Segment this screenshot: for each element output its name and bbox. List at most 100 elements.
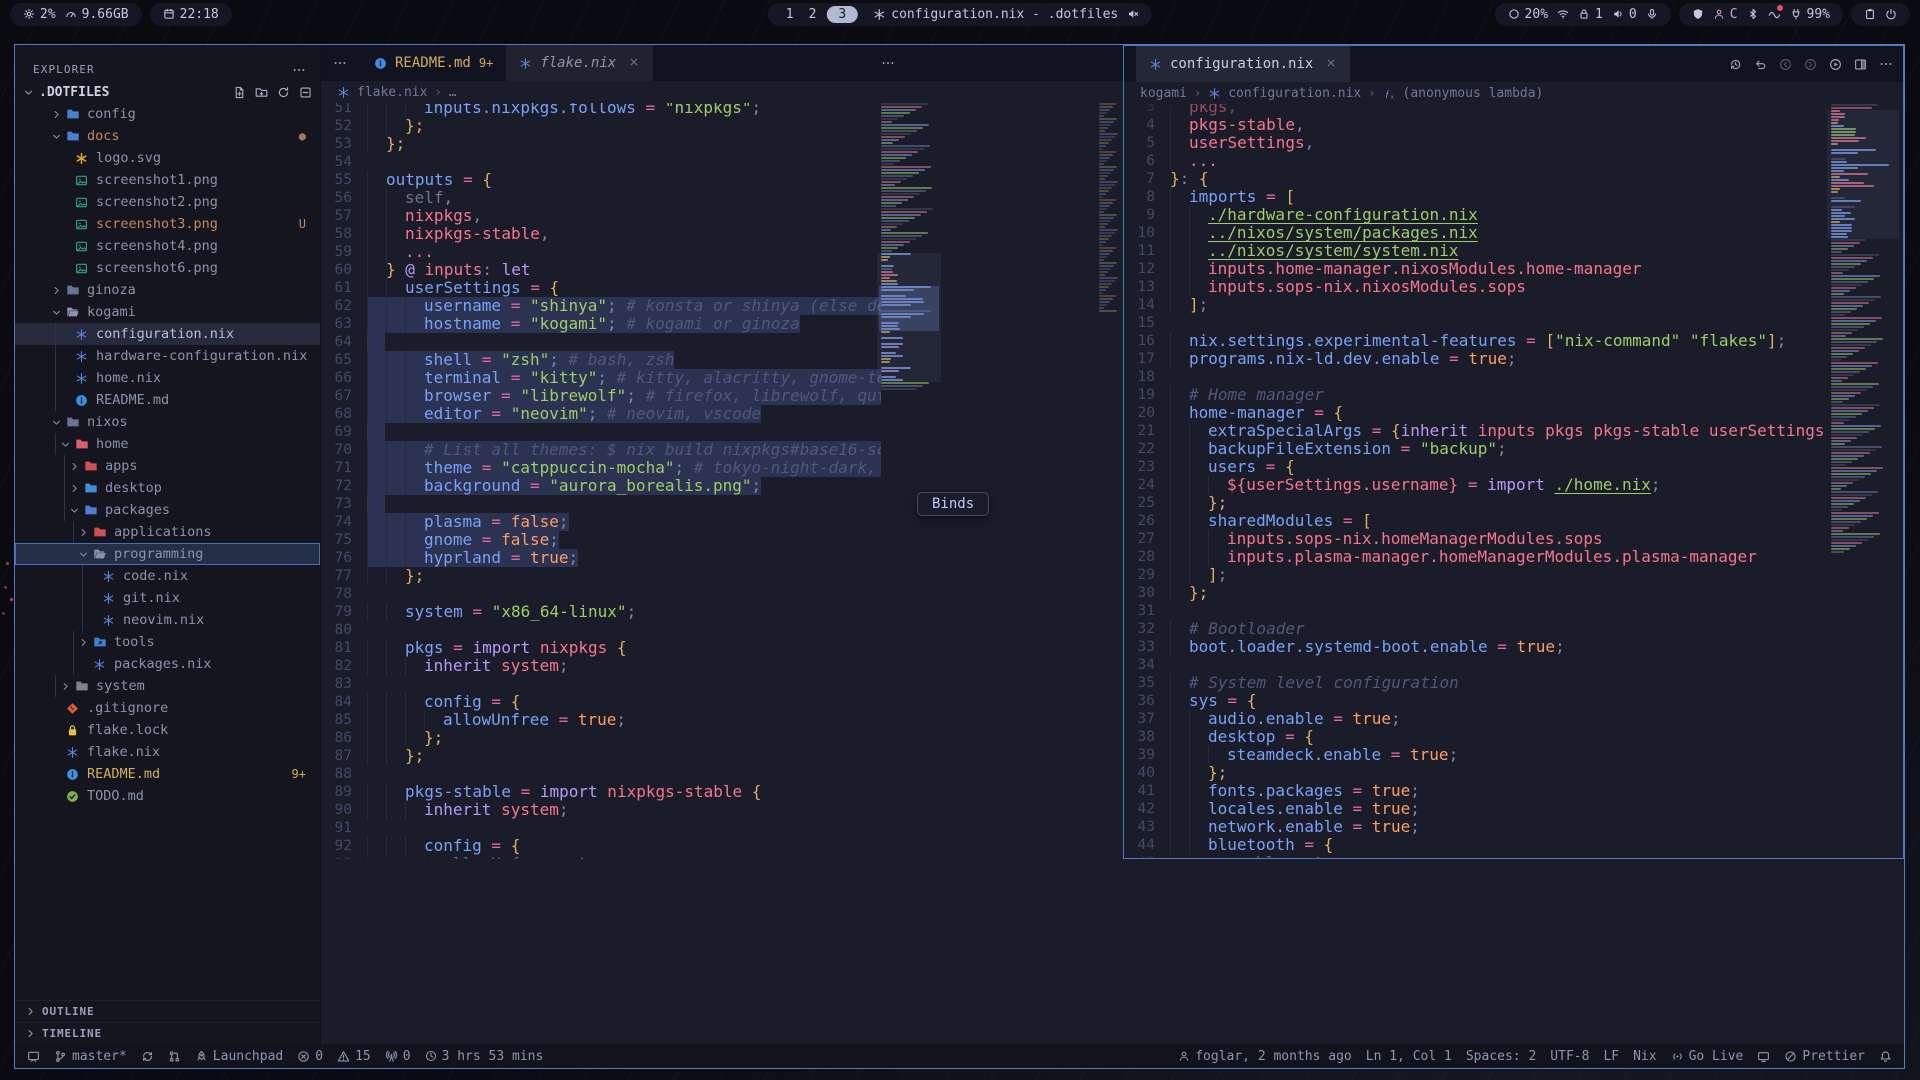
speaker-mute-icon[interactable]	[1127, 8, 1139, 20]
status-item-utf-8[interactable]: UTF-8	[1550, 1049, 1589, 1064]
explorer-item-config[interactable]: config	[15, 103, 320, 125]
tab-overflow-icon[interactable]	[333, 56, 347, 70]
speaker-icon[interactable]	[1612, 8, 1624, 20]
close-tab-icon[interactable]	[628, 54, 640, 72]
more-icon[interactable]	[1879, 57, 1893, 71]
chevron-down-icon[interactable]	[75, 549, 91, 560]
status-item-lf[interactable]: LF	[1603, 1049, 1619, 1064]
explorer-item-home[interactable]: home	[15, 433, 320, 455]
explorer-item-screenshot3-png[interactable]: screenshot3.pngU	[15, 213, 320, 235]
status-item-bell-icon[interactable]	[1879, 1050, 1892, 1063]
status-item-0[interactable]: 0	[297, 1049, 323, 1064]
explorer-item-docs[interactable]: docs●	[15, 125, 320, 147]
explorer-item-system[interactable]: system	[15, 675, 320, 697]
chevron-down-icon[interactable]	[48, 131, 64, 142]
explorer-item-logo-svg[interactable]: logo.svg	[15, 147, 320, 169]
chevron-down-icon[interactable]	[57, 439, 73, 450]
explorer-item-home-nix[interactable]: home.nix	[15, 367, 320, 389]
tab-configuration-nix[interactable]: configuration.nix	[1136, 46, 1350, 82]
minimap-right[interactable]	[1831, 104, 1895, 554]
new-folder-icon[interactable]	[255, 86, 268, 99]
explorer-item-packages[interactable]: packages	[15, 499, 320, 521]
shield-icon[interactable]	[1692, 8, 1704, 20]
minimap-slider[interactable]	[1827, 110, 1899, 239]
explorer-item-configuration-nix[interactable]: configuration.nix	[15, 323, 320, 345]
explorer-root-folder[interactable]: .DOTFILES	[15, 81, 320, 103]
chevron-down-icon[interactable]	[48, 307, 64, 318]
clipboard-icon[interactable]	[1864, 8, 1876, 20]
explorer-item-readme-md[interactable]: README.md	[15, 389, 320, 411]
chevron-right-icon[interactable]	[57, 681, 73, 692]
explorer-item-readme-md[interactable]: README.md9+	[15, 763, 320, 785]
status-item-sync-icon[interactable]	[141, 1050, 154, 1063]
status-item-launchpad[interactable]: Launchpad	[195, 1049, 283, 1064]
explorer-item-apps[interactable]: apps	[15, 455, 320, 477]
explorer-item-code-nix[interactable]: code.nix	[15, 565, 320, 587]
explorer-item-nixos[interactable]: nixos	[15, 411, 320, 433]
code-editor-configuration-nix[interactable]: 3pkgs,4pkgs-stable,5userSettings,6...7}:…	[1124, 104, 1825, 858]
nav-back-icon[interactable]	[1779, 58, 1792, 71]
chevron-right-icon[interactable]	[48, 285, 64, 296]
explorer-item--gitignore[interactable]: .gitignore	[15, 697, 320, 719]
chevron-right-icon[interactable]	[75, 527, 91, 538]
explorer-item-tools[interactable]: tools	[15, 631, 320, 653]
code-editor-flake-nix[interactable]: 51inputs.nixpkgs.follows = "nixpkgs";52}…	[321, 103, 881, 859]
discard-icon[interactable]	[1754, 58, 1767, 71]
explorer-item-flake-nix[interactable]: flake.nix	[15, 741, 320, 763]
explorer-item-screenshot4-png[interactable]: screenshot4.png	[15, 235, 320, 257]
breadcrumb-segment[interactable]: kogami	[1140, 86, 1187, 101]
status-item-remote-window-icon[interactable]	[27, 1050, 40, 1063]
microphone-icon[interactable]	[1646, 8, 1658, 20]
explorer-item-screenshot1-png[interactable]: screenshot1.png	[15, 169, 320, 191]
explorer-more-actions-icon[interactable]	[292, 63, 306, 77]
status-item-pull-request-icon[interactable]	[168, 1050, 181, 1063]
breadcrumb-right[interactable]: kogami›configuration.nix›ƒx(anonymous la…	[1124, 82, 1903, 104]
status-item-3-hrs-53-mins[interactable]: 3 hrs 53 mins	[425, 1049, 544, 1064]
status-item-master-[interactable]: master*	[54, 1049, 127, 1064]
explorer-item-hardware-configuration-nix[interactable]: hardware-configuration.nix	[15, 345, 320, 367]
explorer-item-ginoza[interactable]: ginoza	[15, 279, 320, 301]
minimap-left[interactable]	[881, 103, 937, 391]
explorer-item-applications[interactable]: applications	[15, 521, 320, 543]
refresh-explorer-icon[interactable]	[277, 86, 290, 99]
explorer-item-desktop[interactable]: desktop	[15, 477, 320, 499]
chevron-down-icon[interactable]	[66, 505, 82, 516]
breadcrumb-segment[interactable]: …	[449, 85, 457, 100]
brightness-icon[interactable]	[1508, 8, 1520, 20]
close-tab-icon[interactable]	[1325, 55, 1337, 73]
nav-forward-icon[interactable]	[1804, 58, 1817, 71]
explorer-item-programming[interactable]: programming	[15, 543, 320, 565]
chevron-right-icon[interactable]	[66, 483, 82, 494]
status-item-nix[interactable]: Nix	[1633, 1049, 1656, 1064]
outline-section[interactable]: OUTLINE	[15, 1000, 320, 1022]
status-item-15[interactable]: 15	[337, 1049, 371, 1064]
status-item-ln-1-col-1[interactable]: Ln 1, Col 1	[1366, 1049, 1452, 1064]
timeline-section[interactable]: TIMELINE	[15, 1022, 320, 1044]
breadcrumb-left[interactable]: flake.nix›…	[321, 81, 1123, 103]
breadcrumb-segment[interactable]: flake.nix	[357, 85, 427, 100]
explorer-item-screenshot2-png[interactable]: screenshot2.png	[15, 191, 320, 213]
power-icon[interactable]	[1885, 8, 1897, 20]
tab-flake-nix[interactable]: flake.nix	[506, 45, 653, 81]
split-editor-icon[interactable]	[1854, 58, 1867, 71]
workspace-1[interactable]: 1	[781, 7, 799, 22]
keyboard-layout-icon[interactable]	[1713, 8, 1725, 20]
status-item-foglar-2-months-ago[interactable]: foglar, 2 months ago	[1178, 1049, 1352, 1064]
collapse-folders-icon[interactable]	[299, 86, 312, 99]
wifi-icon[interactable]	[1557, 8, 1569, 20]
chevron-right-icon[interactable]	[75, 637, 91, 648]
status-item-prettier[interactable]: Prettier	[1784, 1049, 1865, 1064]
minimap-slider[interactable]	[877, 253, 941, 382]
status-item-spaces-2[interactable]: Spaces: 2	[1466, 1049, 1536, 1064]
explorer-item-todo-md[interactable]: TODO.md	[15, 785, 320, 807]
status-item-screen-icon[interactable]	[1757, 1050, 1770, 1063]
chevron-down-icon[interactable]	[48, 417, 64, 428]
explorer-item-neovim-nix[interactable]: neovim.nix	[15, 609, 320, 631]
status-item-go-live[interactable]: Go Live	[1671, 1049, 1744, 1064]
chevron-right-icon[interactable]	[48, 109, 64, 120]
explorer-item-flake-lock[interactable]: flake.lock	[15, 719, 320, 741]
bluetooth-icon[interactable]	[1747, 8, 1759, 20]
tab-readme-md[interactable]: README.md9+	[361, 45, 506, 81]
status-item-0[interactable]: 0	[385, 1049, 411, 1064]
workspace-3[interactable]: 3	[826, 6, 858, 23]
